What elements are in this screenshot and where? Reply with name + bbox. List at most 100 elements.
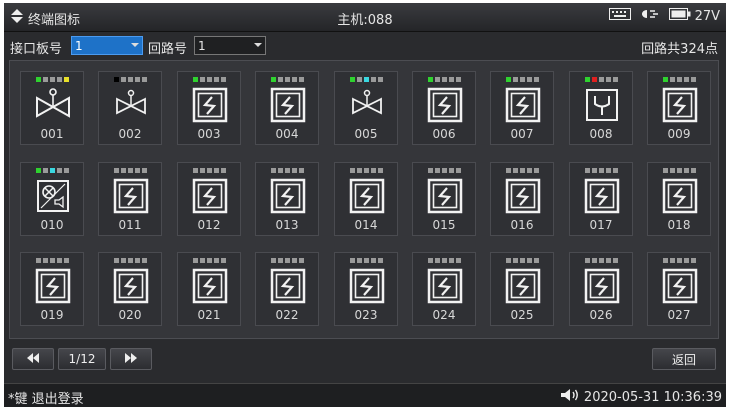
status-led bbox=[434, 77, 440, 82]
status-led bbox=[35, 258, 41, 263]
status-led bbox=[519, 77, 525, 82]
terminal-tile[interactable]: 024 bbox=[412, 252, 476, 326]
status-leds bbox=[413, 258, 475, 263]
terminal-tile[interactable]: 009 bbox=[647, 71, 711, 145]
status-led bbox=[598, 258, 604, 263]
status-led bbox=[676, 258, 682, 263]
status-led bbox=[220, 168, 226, 173]
status-led bbox=[298, 168, 304, 173]
status-leds bbox=[570, 258, 632, 263]
terminal-tile[interactable]: 027 bbox=[647, 252, 711, 326]
status-led bbox=[56, 77, 62, 82]
terminal-tile[interactable]: 003 bbox=[177, 71, 241, 145]
status-led bbox=[356, 168, 362, 173]
terminal-tile[interactable]: 022 bbox=[255, 252, 319, 326]
terminal-tile[interactable]: 014 bbox=[334, 162, 398, 236]
module-s-icon bbox=[505, 87, 541, 123]
status-led bbox=[526, 77, 532, 82]
status-led bbox=[277, 77, 283, 82]
fan-control-icon bbox=[35, 178, 71, 214]
terminal-tile[interactable]: 011 bbox=[98, 162, 162, 236]
terminal-tile[interactable]: 007 bbox=[490, 71, 554, 145]
status-led bbox=[512, 77, 518, 82]
status-led bbox=[591, 168, 597, 173]
module-s-icon bbox=[427, 178, 463, 214]
double-right-arrow-icon bbox=[124, 352, 138, 366]
terminal-tile[interactable]: 020 bbox=[98, 252, 162, 326]
status-led bbox=[441, 77, 447, 82]
back-button[interactable]: 返回 bbox=[652, 348, 716, 370]
terminal-tile[interactable]: 012 bbox=[177, 162, 241, 236]
terminal-number: 015 bbox=[432, 218, 456, 232]
status-led bbox=[141, 258, 147, 263]
status-led bbox=[683, 258, 689, 263]
valve-icon bbox=[349, 87, 385, 123]
board-select[interactable]: 1 bbox=[71, 36, 143, 55]
module-s-icon bbox=[270, 268, 306, 304]
status-leds bbox=[413, 168, 475, 173]
loop-select[interactable]: 1 bbox=[194, 36, 266, 55]
status-led bbox=[141, 168, 147, 173]
status-led bbox=[690, 77, 696, 82]
status-led bbox=[683, 168, 689, 173]
status-led bbox=[612, 258, 618, 263]
terminal-tile[interactable]: 015 bbox=[412, 162, 476, 236]
status-leds bbox=[21, 258, 83, 263]
keyboard-icon bbox=[603, 8, 631, 24]
title-bar: 终端图标 主机:088 27V bbox=[4, 3, 726, 32]
terminal-tile[interactable]: 006 bbox=[412, 71, 476, 145]
terminal-number: 024 bbox=[432, 308, 456, 322]
status-leds bbox=[256, 77, 318, 82]
prev-page-button[interactable] bbox=[12, 348, 54, 370]
terminal-tile[interactable]: 016 bbox=[490, 162, 554, 236]
status-led bbox=[512, 168, 518, 173]
terminal-tile[interactable]: 019 bbox=[20, 252, 84, 326]
status-leds bbox=[178, 258, 240, 263]
status-led bbox=[591, 77, 597, 82]
terminal-tile[interactable]: 026 bbox=[569, 252, 633, 326]
status-leds bbox=[256, 258, 318, 263]
status-icons: 27V bbox=[599, 8, 720, 24]
status-led bbox=[199, 77, 205, 82]
status-led bbox=[434, 168, 440, 173]
loop-total: 回路共324点 bbox=[641, 42, 718, 57]
status-led bbox=[213, 258, 219, 263]
terminal-number: 011 bbox=[118, 218, 142, 232]
terminal-tile[interactable]: 023 bbox=[334, 252, 398, 326]
status-led bbox=[35, 168, 41, 173]
terminal-tile[interactable]: 010 bbox=[20, 162, 84, 236]
filter-row: 接口板号 1 回路号 1 回路共324点 bbox=[4, 33, 726, 59]
status-led bbox=[291, 258, 297, 263]
speaker-icon[interactable] bbox=[560, 388, 584, 406]
status-led bbox=[584, 168, 590, 173]
chevron-down-icon bbox=[254, 43, 262, 47]
status-led bbox=[213, 77, 219, 82]
status-led bbox=[134, 168, 140, 173]
module-s-icon bbox=[113, 268, 149, 304]
status-led bbox=[298, 77, 304, 82]
terminal-tile[interactable]: 008 bbox=[569, 71, 633, 145]
module-s-icon bbox=[192, 87, 228, 123]
terminal-tile[interactable]: 021 bbox=[177, 252, 241, 326]
next-page-button[interactable] bbox=[110, 348, 152, 370]
loop-label: 回路号 bbox=[148, 42, 188, 57]
terminal-tile[interactable]: 004 bbox=[255, 71, 319, 145]
terminal-number: 003 bbox=[197, 127, 221, 141]
terminal-tile[interactable]: 018 bbox=[647, 162, 711, 236]
terminal-number: 016 bbox=[510, 218, 534, 232]
terminal-tile[interactable]: 017 bbox=[569, 162, 633, 236]
pager: 1/12 bbox=[12, 348, 152, 372]
terminal-tile[interactable]: 013 bbox=[255, 162, 319, 236]
status-led bbox=[612, 168, 618, 173]
status-led bbox=[505, 77, 511, 82]
status-led bbox=[113, 258, 119, 263]
status-leds bbox=[491, 168, 553, 173]
status-leds bbox=[491, 77, 553, 82]
terminal-tile[interactable]: 001 bbox=[20, 71, 84, 145]
terminal-tile[interactable]: 005 bbox=[334, 71, 398, 145]
status-led bbox=[363, 168, 369, 173]
terminal-number: 021 bbox=[197, 308, 221, 322]
terminal-tile[interactable]: 002 bbox=[98, 71, 162, 145]
terminal-tile[interactable]: 025 bbox=[490, 252, 554, 326]
status-leds bbox=[256, 168, 318, 173]
